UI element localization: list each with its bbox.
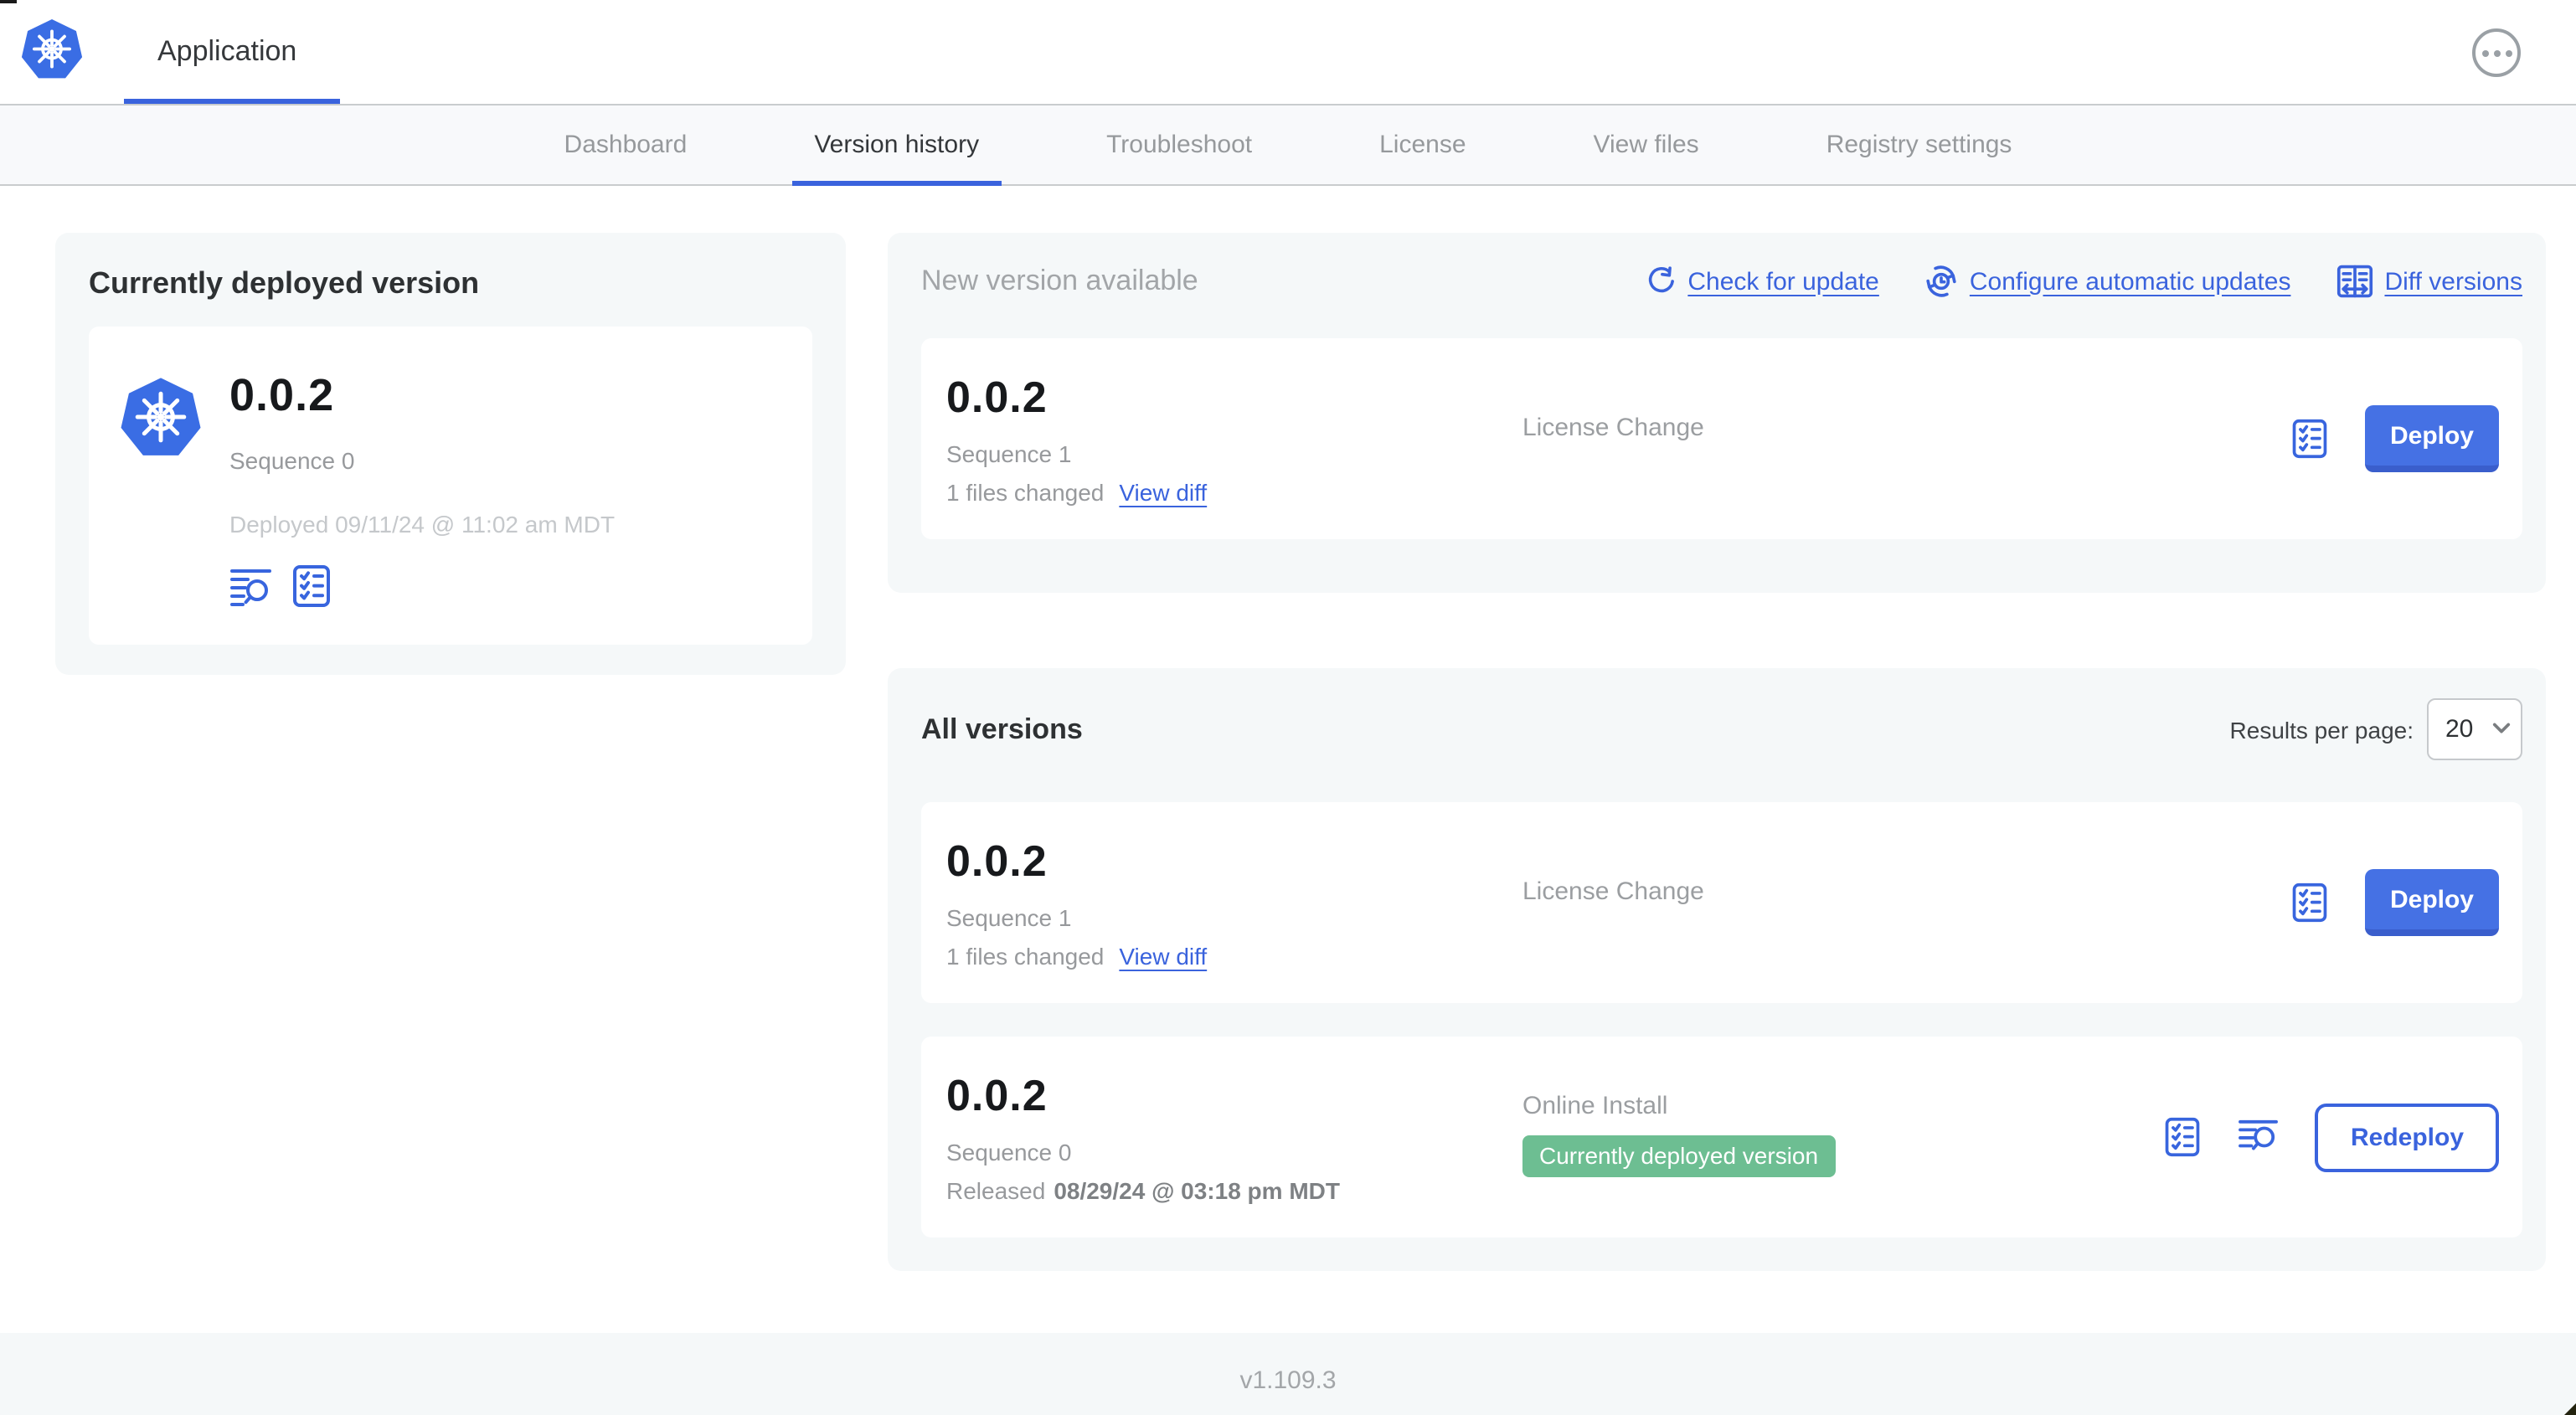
preflight-checks-icon[interactable] <box>290 564 333 608</box>
app-title-tab[interactable]: Application <box>157 0 296 104</box>
released-date: 08/29/24 @ 03:18 pm MDT <box>1054 1177 1340 1204</box>
version-source: Online Install <box>1522 1092 1668 1120</box>
diff-versions-link[interactable]: Diff versions <box>2336 263 2522 300</box>
main-content: Currently deployed version 0.0.2 Sequenc… <box>0 186 2576 1331</box>
version-sequence: Sequence 0 <box>946 1139 1072 1165</box>
kubernetes-logo-icon <box>21 19 83 79</box>
tab-registry-settings[interactable]: Registry settings <box>1805 105 2034 184</box>
current-version-deployed-at: Deployed 09/11/24 @ 11:02 am MDT <box>229 511 616 538</box>
diff-icon <box>2336 265 2372 298</box>
ellipsis-dot <box>2493 49 2500 56</box>
tab-license[interactable]: License <box>1358 105 1487 184</box>
version-sequence: Sequence 1 <box>946 440 1072 467</box>
currently-deployed-card: Currently deployed version 0.0.2 Sequenc… <box>55 233 846 675</box>
currently-deployed-title: Currently deployed version <box>89 266 480 300</box>
current-version-number: 0.0.2 <box>229 370 335 420</box>
view-diff-link[interactable]: View diff <box>1119 479 1207 506</box>
console-footer: v1.109.3 <box>0 1333 2576 1415</box>
current-version-sequence: Sequence 0 <box>229 447 355 474</box>
tab-version-history[interactable]: Version history <box>792 105 1002 186</box>
deploy-button[interactable]: Deploy <box>2364 869 2499 936</box>
version-row: 0.0.2 Sequence 0 Released 08/29/24 @ 03:… <box>921 1037 2522 1237</box>
cursor-artifact <box>2564 1403 2576 1415</box>
new-version-title: New version available <box>921 265 1198 296</box>
console-nav: Dashboard Version history Troubleshoot L… <box>0 104 2576 186</box>
ellipsis-menu-button[interactable] <box>2472 28 2521 77</box>
view-logs-icon[interactable] <box>2239 1119 2280 1155</box>
ellipsis-dot <box>2505 49 2512 56</box>
screenshot-artifact <box>0 0 17 3</box>
tab-troubleshoot[interactable]: Troubleshoot <box>1084 105 1274 184</box>
new-version-card: New version available Check for update C… <box>888 233 2546 593</box>
kubernetes-app-icon <box>121 378 201 455</box>
view-diff-link[interactable]: View diff <box>1119 943 1207 970</box>
app-header: Application <box>0 0 2576 104</box>
ellipsis-dot <box>2481 49 2488 56</box>
version-number: 0.0.2 <box>946 372 1048 422</box>
currently-deployed-badge: Currently deployed version <box>1522 1135 1836 1177</box>
released-prefix: Released <box>946 1177 1046 1204</box>
active-app-underline <box>124 99 340 104</box>
configure-automatic-updates-link[interactable]: Configure automatic updates <box>1924 265 2290 298</box>
files-changed-text: 1 files changed <box>946 479 1105 506</box>
all-versions-card: All versions Results per page: 20 0.0.2 … <box>888 668 2546 1271</box>
version-source: License Change <box>1522 414 1704 442</box>
results-per-page-select[interactable]: 20 <box>2427 698 2522 760</box>
update-schedule-icon <box>1926 265 1956 297</box>
preflight-checks-icon[interactable] <box>2163 1117 2203 1157</box>
preflight-checks-icon[interactable] <box>2290 882 2330 923</box>
refresh-icon <box>1648 266 1674 293</box>
currently-deployed-inner-card: 0.0.2 Sequence 0 Deployed 09/11/24 @ 11:… <box>89 327 812 645</box>
results-per-page-label: Results per page: <box>2229 716 2414 743</box>
tab-dashboard[interactable]: Dashboard <box>543 105 709 184</box>
tab-view-files[interactable]: View files <box>1572 105 1721 184</box>
all-versions-title: All versions <box>921 713 1083 744</box>
version-sequence: Sequence 1 <box>946 904 1072 931</box>
redeploy-button[interactable]: Redeploy <box>2315 1103 2499 1171</box>
version-number: 0.0.2 <box>946 836 1048 886</box>
version-number: 0.0.2 <box>946 1070 1048 1120</box>
view-logs-icon[interactable] <box>229 564 273 608</box>
files-changed-text: 1 files changed <box>946 943 1105 970</box>
app-viewport: Application Dashboard Version history Tr… <box>0 0 2576 1415</box>
version-row: 0.0.2 Sequence 1 1 files changed View di… <box>921 802 2522 1003</box>
version-source: License Change <box>1522 877 1704 906</box>
new-version-row: 0.0.2 Sequence 1 1 files changed View di… <box>921 338 2522 539</box>
deploy-button[interactable]: Deploy <box>2364 405 2499 472</box>
check-for-update-link[interactable]: Check for update <box>1646 266 1879 296</box>
preflight-checks-icon[interactable] <box>2290 419 2330 459</box>
console-version: v1.109.3 <box>1239 1366 1337 1395</box>
